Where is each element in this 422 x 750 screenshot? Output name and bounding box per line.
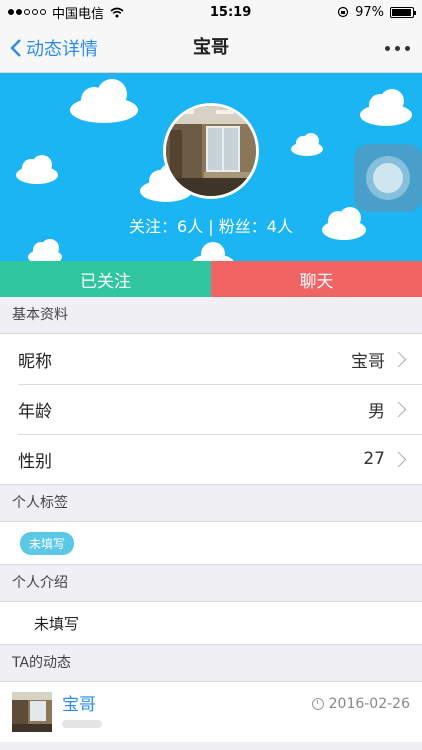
tags-container: 未填写 <box>0 521 422 565</box>
cloud-decoration <box>192 242 234 261</box>
room-photo <box>12 692 52 732</box>
cloud-decoration <box>16 155 58 184</box>
info-value: 27 <box>363 449 385 469</box>
feed-item[interactable]: 宝哥 2016-02-26 <box>0 681 422 742</box>
followed-button[interactable]: 已关注 <box>0 261 211 297</box>
follow-stats: 关注：6人 | 粉丝：4人 <box>129 217 293 236</box>
action-bar: 已关注 聊天 <box>0 261 422 297</box>
info-row-age[interactable]: 年龄 男 <box>0 384 422 434</box>
status-bar: 中国电信 15:19 97% <box>0 0 422 24</box>
more-dot-icon <box>395 45 400 51</box>
cloud-decoration <box>70 79 138 123</box>
section-header-feed: TA的动态 <box>0 645 422 681</box>
navigation-bar: 动态详情 宝哥 <box>0 24 422 73</box>
feed-subtext-placeholder <box>62 720 102 728</box>
more-dot-icon <box>405 45 410 51</box>
wifi-icon <box>110 7 124 17</box>
feed-avatar <box>12 692 52 732</box>
chat-button[interactable]: 聊天 <box>211 261 422 297</box>
info-label: 昵称 <box>18 351 52 372</box>
clock-time: 15:19 <box>209 4 252 20</box>
avatar[interactable] <box>163 103 259 199</box>
more-dot-icon <box>385 45 390 51</box>
room-photo <box>166 106 256 196</box>
feed-date-text: 2016-02-26 <box>328 696 410 712</box>
cloud-decoration <box>28 239 62 261</box>
info-row-nickname[interactable]: 昵称 宝哥 <box>0 334 422 384</box>
section-header-tags: 个人标签 <box>0 485 422 521</box>
feed-author-name[interactable]: 宝哥 <box>62 690 96 715</box>
page-title: 宝哥 <box>193 37 229 58</box>
signal-icon <box>8 9 46 15</box>
cloud-decoration <box>291 133 323 156</box>
info-value: 男 <box>368 401 385 422</box>
more-options-button[interactable] <box>385 24 410 72</box>
assistive-core-icon <box>373 163 403 193</box>
tag-chip[interactable]: 未填写 <box>20 531 75 555</box>
section-header-intro: 个人介绍 <box>0 565 422 601</box>
battery-icon <box>390 6 416 18</box>
chevron-right-icon <box>390 401 407 417</box>
basic-info-list: 昵称 宝哥 年龄 男 性别 27 <box>0 333 422 485</box>
assistive-touch-button[interactable] <box>354 144 422 212</box>
info-value: 宝哥 <box>351 351 385 372</box>
battery-percent: 97% <box>355 4 384 20</box>
info-row-gender[interactable]: 性别 27 <box>0 434 422 484</box>
chevron-right-icon <box>390 451 407 467</box>
section-header-basic: 基本资料 <box>0 297 422 333</box>
chevron-right-icon <box>390 351 407 367</box>
feed-date: 2016-02-26 <box>311 696 410 712</box>
carrier-label: 中国电信 <box>52 6 105 22</box>
info-label: 性别 <box>18 451 52 472</box>
clock-icon <box>311 698 324 710</box>
intro-text: 未填写 <box>0 601 422 645</box>
info-label: 年龄 <box>18 401 52 422</box>
rotation-lock-icon <box>337 6 349 18</box>
cloud-decoration <box>360 89 412 126</box>
